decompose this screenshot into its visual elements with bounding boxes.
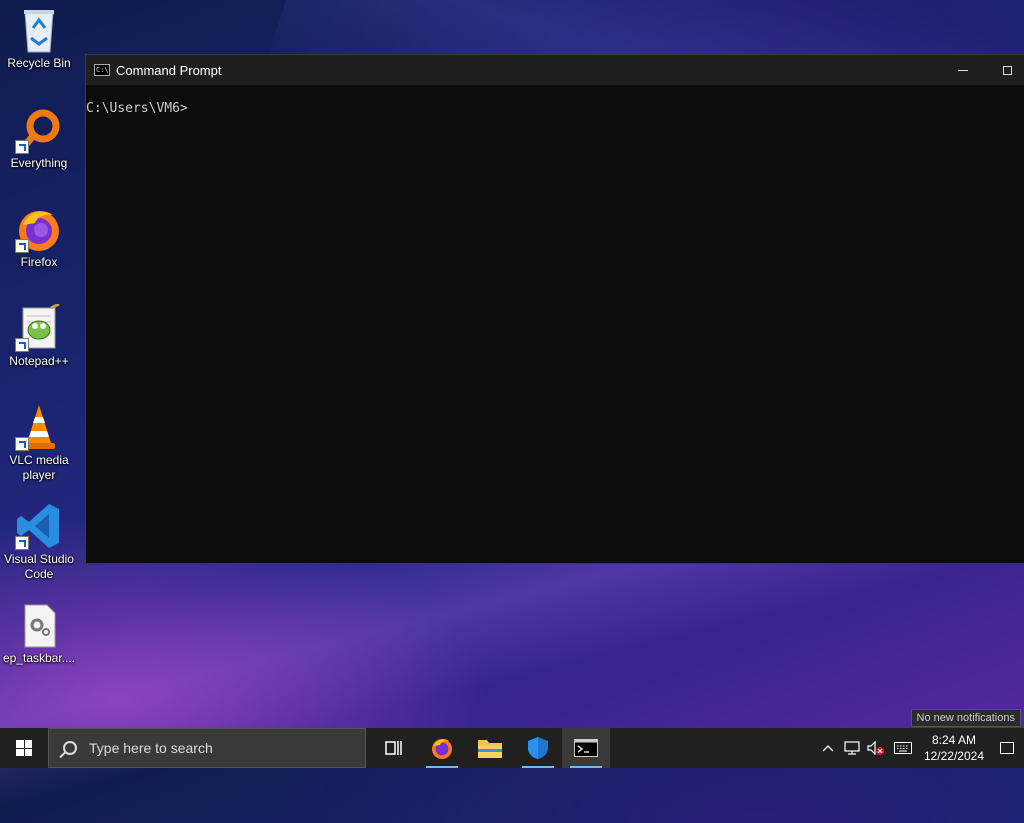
- network-button[interactable]: [840, 728, 864, 768]
- settings-file-icon: [15, 601, 63, 649]
- taskbar: Type here to search 8:24 AM 12/22/2024: [0, 728, 1024, 768]
- desktop-icon-label: Recycle Bin: [7, 56, 71, 70]
- touch-keyboard-button[interactable]: [888, 728, 918, 768]
- console-output[interactable]: C:\Users\VM6>: [86, 85, 1024, 117]
- shortcut-arrow-icon: [15, 239, 29, 253]
- taskbar-windows-security[interactable]: [514, 728, 562, 768]
- terminal-icon: [574, 739, 598, 757]
- clock[interactable]: 8:24 AM 12/22/2024: [918, 732, 990, 764]
- cmd-app-icon: C:\: [94, 64, 110, 76]
- volume-muted-icon: [867, 741, 884, 755]
- desktop-icon-notepadpp[interactable]: Notepad++: [0, 302, 78, 369]
- taskbar-search-box[interactable]: Type here to search: [48, 728, 366, 768]
- notification-icon: [1000, 742, 1014, 754]
- desktop-icon-everything[interactable]: Everything: [0, 106, 78, 171]
- everything-search-icon: [15, 106, 63, 154]
- notepadpp-icon: [15, 302, 63, 352]
- maximize-button[interactable]: [985, 55, 1024, 85]
- desktop-icon-label: Notepad++: [9, 354, 69, 368]
- taskbar-command-prompt[interactable]: [562, 728, 610, 768]
- maximize-icon: [1002, 65, 1012, 75]
- search-placeholder: Type here to search: [89, 740, 213, 756]
- desktop-icon-vscode[interactable]: Visual Studio Code: [0, 502, 78, 582]
- shortcut-arrow-icon: [15, 536, 29, 550]
- desktop-icon-label: Visual Studio Code: [4, 552, 74, 581]
- desktop-icon-label: ep_taskbar....: [2, 651, 76, 665]
- desktop-icon-vlc[interactable]: VLC media player: [0, 403, 78, 483]
- chevron-up-icon: [822, 745, 834, 752]
- desktop-icon-label: Firefox: [20, 255, 58, 269]
- minimize-button[interactable]: [941, 55, 985, 85]
- vlc-cone-icon: [15, 403, 63, 451]
- shortcut-arrow-icon: [15, 140, 29, 154]
- desktop-icon-firefox[interactable]: Firefox: [0, 205, 78, 270]
- start-button[interactable]: [0, 728, 48, 768]
- shield-icon: [528, 737, 548, 759]
- notification-tooltip: No new notifications: [910, 709, 1021, 727]
- keyboard-icon: [893, 742, 912, 754]
- clock-date: 12/22/2024: [923, 749, 984, 763]
- recycle-bin-icon: [15, 6, 63, 54]
- network-icon: [844, 741, 860, 755]
- desktop-icon-label: VLC media player: [9, 453, 69, 482]
- taskbar-firefox[interactable]: [418, 728, 466, 768]
- show-hidden-icons-button[interactable]: [816, 728, 840, 768]
- taskbar-file-explorer[interactable]: [466, 728, 514, 768]
- window-title: Command Prompt: [116, 62, 222, 78]
- minimize-icon: [958, 69, 968, 71]
- desktop-icon-recycle-bin[interactable]: Recycle Bin: [0, 6, 78, 71]
- desktop-icon-ep-taskbar[interactable]: ep_taskbar....: [0, 601, 78, 666]
- windows-logo-icon: [16, 740, 32, 756]
- desktop-icon-label: Everything: [10, 156, 68, 170]
- task-view-icon: [385, 741, 402, 755]
- command-prompt-window[interactable]: C:\ Command Prompt C:\Users\VM6>: [85, 54, 1024, 564]
- shortcut-arrow-icon: [15, 338, 29, 352]
- firefox-icon: [15, 205, 63, 253]
- task-view-button[interactable]: [370, 728, 418, 768]
- shortcut-arrow-icon: [15, 437, 29, 451]
- firefox-icon: [432, 739, 452, 759]
- vscode-icon: [15, 502, 63, 550]
- volume-button[interactable]: [864, 728, 888, 768]
- clock-time: 8:24 AM: [931, 733, 976, 747]
- folder-icon: [478, 740, 502, 758]
- window-titlebar[interactable]: C:\ Command Prompt: [86, 55, 1024, 85]
- search-icon: [63, 741, 77, 755]
- action-center-button[interactable]: [990, 728, 1024, 768]
- system-tray: 8:24 AM 12/22/2024: [816, 728, 1024, 768]
